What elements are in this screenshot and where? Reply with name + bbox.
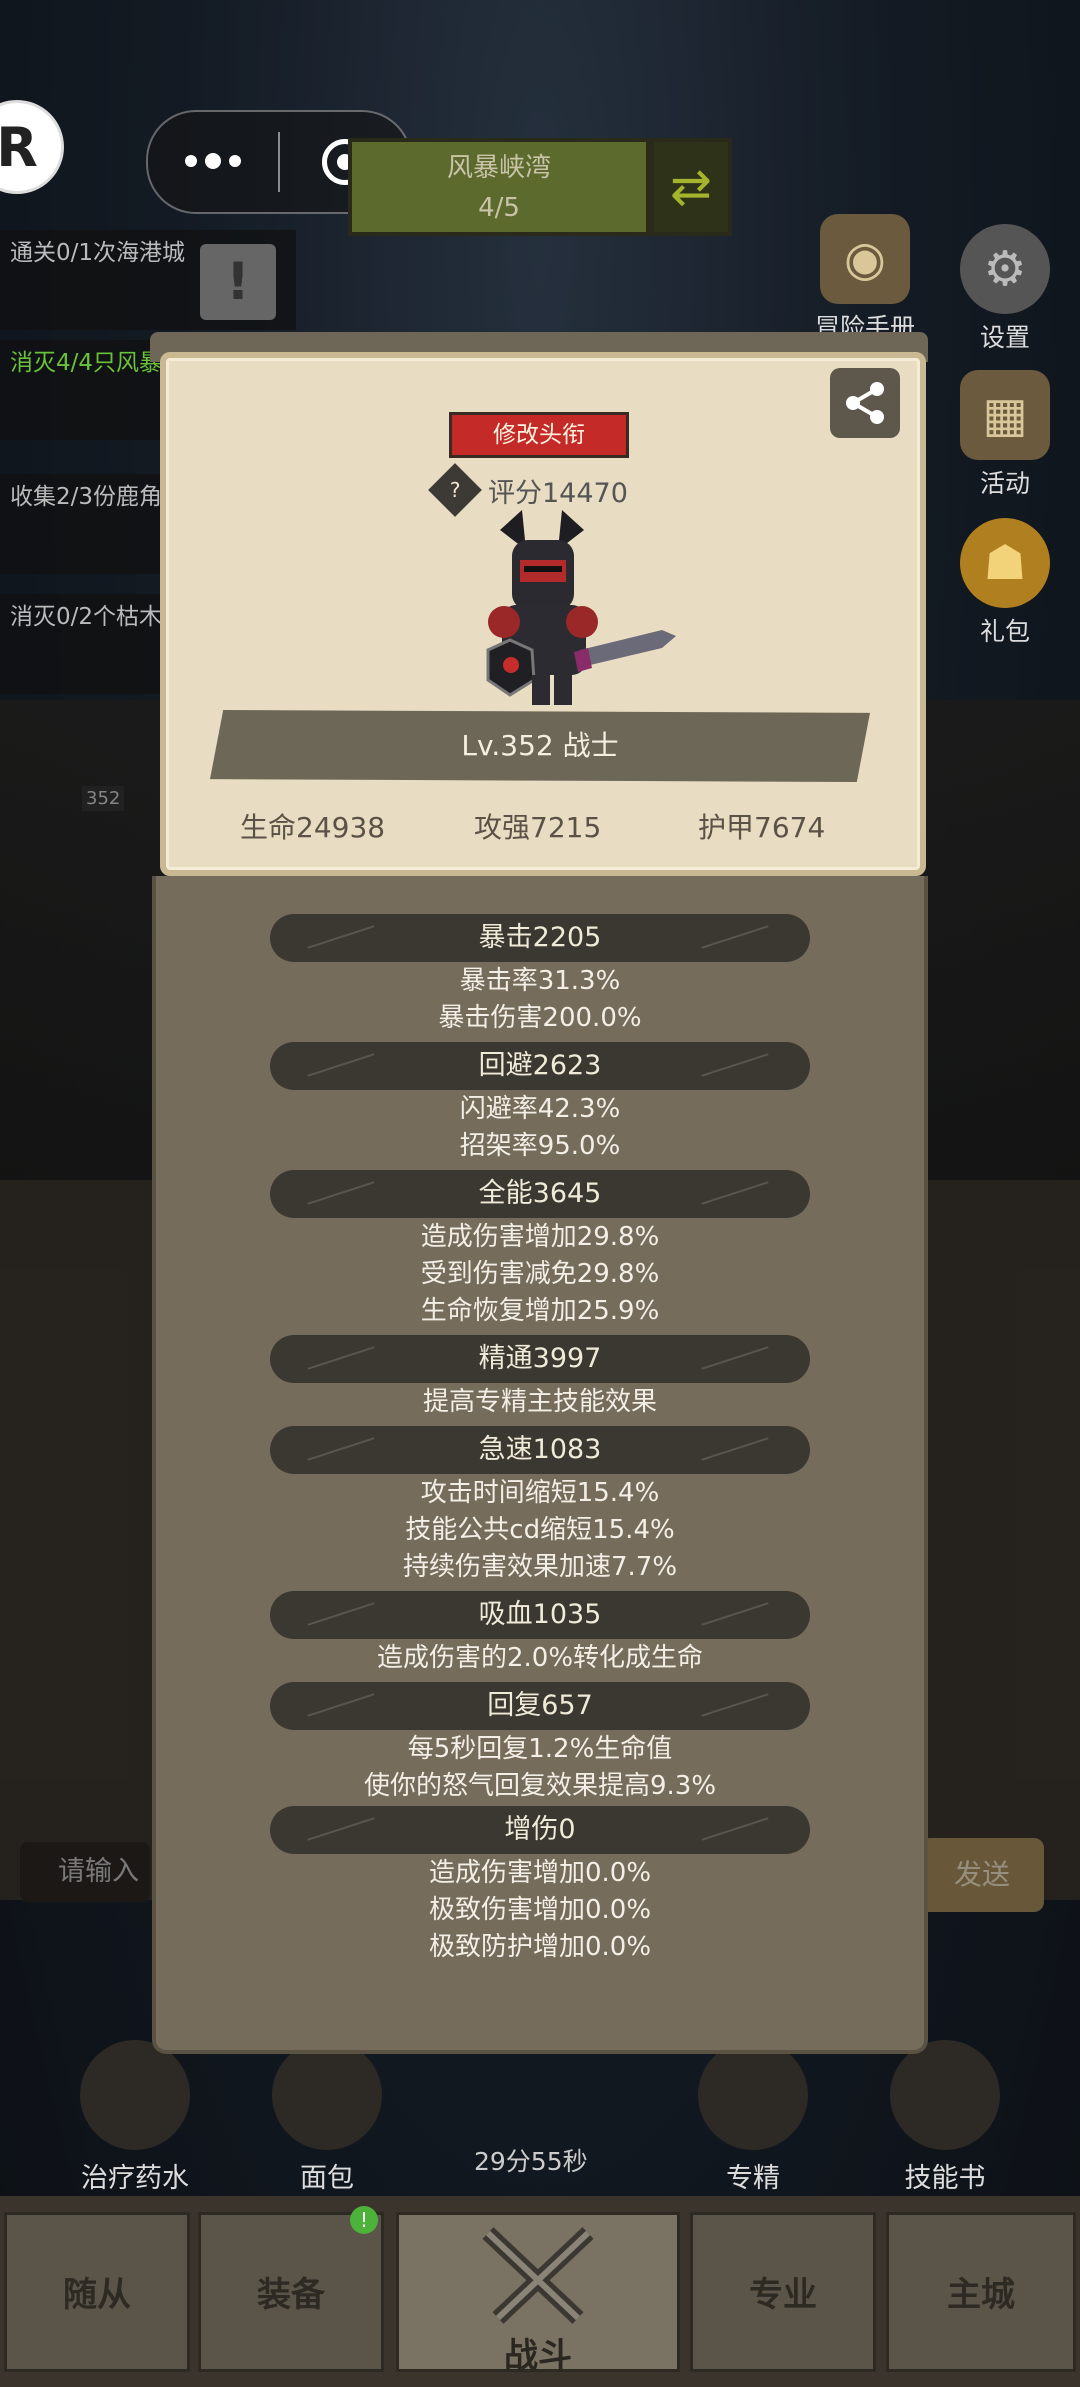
notification-badge: ! bbox=[350, 2206, 378, 2234]
more-icon[interactable] bbox=[148, 153, 278, 169]
bread-item[interactable]: 面包 bbox=[252, 2040, 402, 2195]
stat-line: 使你的怒气回复效果提高9.3% bbox=[363, 1771, 717, 1801]
exclamation-icon: ! bbox=[200, 244, 276, 320]
calendar-icon: ▦ bbox=[960, 370, 1050, 460]
specialization-icon bbox=[698, 2040, 808, 2150]
stat-header-avoidance: 回避2623 bbox=[270, 1042, 810, 1090]
share-button[interactable] bbox=[830, 368, 900, 438]
potion-icon bbox=[80, 2040, 190, 2150]
stat-header-damage-bonus: 增伤0 bbox=[270, 1806, 810, 1854]
tab-battle[interactable]: 战斗 bbox=[396, 2212, 680, 2376]
stat-line: 每5秒回复1.2%生命值 bbox=[407, 1734, 673, 1764]
stat-line: 招架率95.0% bbox=[459, 1131, 621, 1161]
stat-header-mastery: 精通3997 bbox=[270, 1335, 810, 1383]
stat-line: 受到伤害减免29.8% bbox=[420, 1259, 660, 1289]
stat-header-leech: 吸血1035 bbox=[270, 1591, 810, 1639]
warrior-avatar bbox=[486, 510, 676, 705]
stat-header-versatility: 全能3645 bbox=[270, 1170, 810, 1218]
stat-line: 极致伤害增加0.0% bbox=[428, 1895, 652, 1925]
swap-map-icon[interactable]: ⇄ bbox=[650, 138, 732, 236]
stat-line: 暴击伤害200.0% bbox=[438, 1003, 642, 1033]
settings-label: 设置 bbox=[979, 323, 1030, 352]
level-class-bar: Lv.352 战士 bbox=[210, 710, 870, 782]
map-banner[interactable]: 风暴峡湾 4/5 bbox=[348, 138, 650, 236]
tab-main-city[interactable]: 主城 bbox=[886, 2212, 1076, 2372]
skill-book-icon bbox=[890, 2040, 1000, 2150]
timer: 29分55秒 bbox=[474, 2147, 588, 2176]
stat-header-haste: 急速1083 bbox=[270, 1426, 810, 1474]
hp-stat: 生命24938 bbox=[240, 811, 386, 844]
tab-followers[interactable]: 随从 bbox=[4, 2212, 190, 2372]
book-icon: ◉ bbox=[820, 214, 910, 304]
settings-button[interactable]: ⚙ 设置 bbox=[950, 224, 1060, 354]
attack-stat: 攻强7215 bbox=[474, 811, 602, 844]
change-title-button[interactable]: 修改头衔 bbox=[449, 412, 629, 458]
stat-header-crit: 暴击2205 bbox=[270, 914, 810, 962]
gear-icon: ⚙ bbox=[960, 224, 1050, 314]
armor-stat: 护甲7674 bbox=[698, 811, 826, 844]
stat-line: 持续伤害效果加速7.7% bbox=[402, 1552, 678, 1582]
stat-line: 生命恢复增加25.9% bbox=[420, 1296, 660, 1326]
gift-pack-button[interactable]: ☗ 礼包 bbox=[950, 518, 1060, 648]
stat-header-regen: 回复657 bbox=[270, 1682, 810, 1730]
share-icon bbox=[846, 382, 884, 424]
bread-icon bbox=[272, 2040, 382, 2150]
adventure-handbook-button[interactable]: ◉ 冒险手册 bbox=[810, 214, 920, 344]
stat-line: 造成伤害增加29.8% bbox=[420, 1222, 660, 1252]
map-name: 风暴峡湾 bbox=[446, 153, 551, 183]
specialization-item[interactable]: 专精 bbox=[678, 2040, 828, 2195]
stat-line: 极致防护增加0.0% bbox=[428, 1932, 652, 1962]
events-button[interactable]: ▦ 活动 bbox=[950, 370, 1060, 500]
skill-book-item[interactable]: 技能书 bbox=[870, 2040, 1020, 2195]
tab-battle-label: 战斗 bbox=[504, 2336, 572, 2376]
item-label: 治疗药水 bbox=[81, 2163, 189, 2194]
stat-line: 暴击率31.3% bbox=[459, 966, 621, 996]
healing-potion-item[interactable]: 治疗药水 bbox=[60, 2040, 210, 2195]
item-label: 技能书 bbox=[904, 2163, 986, 2194]
gift-label: 礼包 bbox=[979, 617, 1030, 646]
stat-line: 攻击时间缩短15.4% bbox=[420, 1478, 660, 1508]
gift-icon: ☗ bbox=[960, 518, 1050, 608]
stat-line: 造成伤害的2.0%转化成生命 bbox=[376, 1643, 704, 1673]
stat-line: 闪避率42.3% bbox=[459, 1094, 621, 1124]
events-label: 活动 bbox=[979, 469, 1030, 498]
stat-line: 提高专精主技能效果 bbox=[422, 1387, 657, 1417]
tab-profession[interactable]: 专业 bbox=[690, 2212, 876, 2372]
item-label: 专精 bbox=[726, 2163, 780, 2194]
map-progress: 4/5 bbox=[478, 193, 520, 223]
crossed-swords-icon bbox=[482, 2227, 594, 2324]
stat-line: 造成伤害增加0.0% bbox=[428, 1858, 652, 1888]
tab-equipment[interactable]: 装备 bbox=[198, 2212, 384, 2372]
stat-line: 技能公共cd缩短15.4% bbox=[405, 1515, 675, 1545]
item-label: 面包 bbox=[300, 2163, 354, 2194]
